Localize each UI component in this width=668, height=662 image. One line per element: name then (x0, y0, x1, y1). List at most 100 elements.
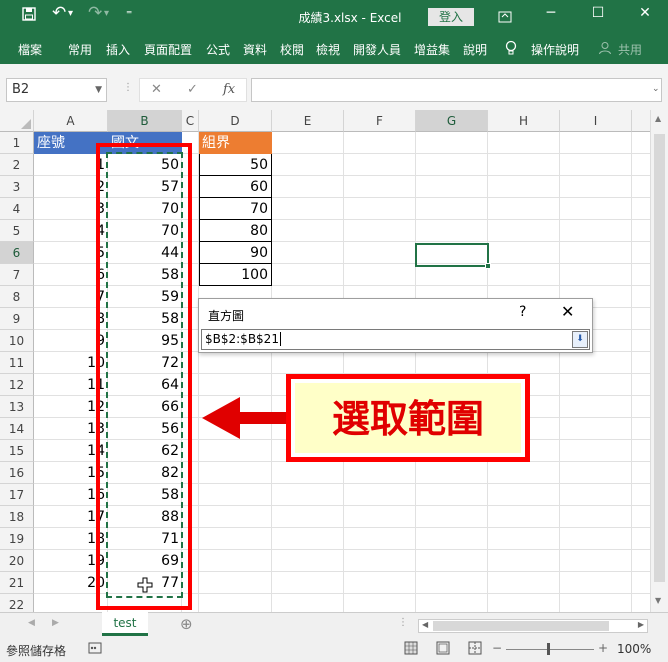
insert-function-icon[interactable]: fx (223, 82, 235, 97)
expand-formula-bar-icon[interactable]: ⌄ (652, 84, 660, 94)
tell-me-button[interactable]: 操作說明 (531, 41, 579, 58)
zoom-out-button[interactable]: − (492, 641, 502, 655)
row-header-18[interactable]: 18 (0, 506, 34, 528)
customize-qat-icon[interactable]: ⁼ (126, 7, 132, 21)
row-header-16[interactable]: 16 (0, 462, 34, 484)
cell-d1[interactable]: 組界 (199, 132, 272, 154)
share-button[interactable]: 共用 (618, 41, 642, 58)
row-header-14[interactable]: 14 (0, 418, 34, 440)
select-all-corner[interactable] (0, 110, 34, 132)
row-header-8[interactable]: 8 (0, 286, 34, 308)
tab-page-layout[interactable]: 頁面配置 (144, 41, 192, 58)
row-header-2[interactable]: 2 (0, 154, 34, 176)
tab-formulas[interactable]: 公式 (206, 41, 230, 58)
zoom-slider-thumb[interactable] (547, 643, 550, 655)
row-header-17[interactable]: 17 (0, 484, 34, 506)
sheet-tab-test[interactable]: test (102, 612, 148, 636)
cell-d5[interactable]: 80 (199, 220, 272, 242)
scroll-down-icon[interactable]: ▼ (655, 596, 661, 605)
undo-icon[interactable]: ↶ (52, 3, 66, 23)
grip-icon[interactable]: ⋮ (123, 82, 133, 93)
enter-icon[interactable]: ✓ (187, 82, 198, 97)
row-header-15[interactable]: 15 (0, 440, 34, 462)
row-header-13[interactable]: 13 (0, 396, 34, 418)
row-header-19[interactable]: 19 (0, 528, 34, 550)
row-header-21[interactable]: 21 (0, 572, 34, 594)
column-header-i[interactable]: I (560, 110, 632, 132)
column-header-f[interactable]: F (344, 110, 416, 132)
restore-button[interactable]: ☐ (583, 5, 613, 21)
login-button[interactable]: 登入 (428, 8, 474, 26)
column-header-g[interactable]: G (416, 110, 488, 132)
row-header-4[interactable]: 4 (0, 198, 34, 220)
column-header-b[interactable]: B (108, 110, 182, 132)
undo-dropdown-icon[interactable]: ▾ (68, 8, 73, 19)
tab-add-ins[interactable]: 增益集 (414, 41, 450, 58)
prev-sheet-icon[interactable]: ◀ (28, 618, 35, 628)
redo-dropdown-icon[interactable]: ▾ (104, 8, 109, 19)
page-break-view-icon[interactable] (468, 641, 482, 658)
tab-home[interactable]: 常用 (68, 41, 92, 58)
lightbulb-icon[interactable] (505, 40, 517, 59)
add-sheet-icon[interactable]: ⊕ (180, 615, 193, 633)
tab-review[interactable]: 校閱 (280, 41, 304, 58)
scroll-thumb[interactable] (654, 134, 665, 582)
tab-data[interactable]: 資料 (243, 41, 267, 58)
next-sheet-icon[interactable]: ▶ (52, 618, 59, 628)
zoom-in-button[interactable]: + (598, 641, 608, 655)
cell-d3[interactable]: 60 (199, 176, 272, 198)
row-header-1[interactable]: 1 (0, 132, 34, 154)
formula-input[interactable] (251, 78, 662, 102)
dialog-close-button[interactable]: ✕ (561, 302, 574, 321)
fill-handle[interactable] (485, 263, 491, 269)
normal-view-icon[interactable] (404, 641, 418, 658)
active-cell-g6[interactable] (415, 243, 491, 269)
tab-file[interactable]: 檔案 (18, 41, 42, 58)
minimize-button[interactable]: ─ (536, 5, 566, 21)
scroll-right-icon[interactable]: ▶ (638, 620, 644, 629)
tab-insert[interactable]: 插入 (106, 41, 130, 58)
row-header-10[interactable]: 10 (0, 330, 34, 352)
chevron-down-icon[interactable]: ▼ (95, 79, 102, 101)
horizontal-scrollbar[interactable]: ◀ ▶ (418, 619, 648, 633)
column-header-h[interactable]: H (488, 110, 560, 132)
scroll-left-icon[interactable]: ◀ (422, 620, 428, 629)
cell-d6[interactable]: 90 (199, 242, 272, 264)
range-input[interactable]: $B$2:$B$21 ⬇ (201, 329, 590, 350)
hscroll-thumb[interactable] (433, 621, 609, 631)
row-header-7[interactable]: 7 (0, 264, 34, 286)
page-layout-view-icon[interactable] (436, 641, 450, 658)
column-header-c[interactable]: C (182, 110, 199, 132)
cancel-icon[interactable]: ✕ (151, 82, 162, 97)
close-button[interactable]: ✕ (630, 5, 660, 21)
row-header-20[interactable]: 20 (0, 550, 34, 572)
row-header-6[interactable]: 6 (0, 242, 34, 264)
tab-developer[interactable]: 開發人員 (353, 41, 401, 58)
column-header-d[interactable]: D (199, 110, 272, 132)
collapse-dialog-icon[interactable]: ⬇ (572, 331, 588, 348)
help-button[interactable]: ? (519, 304, 526, 320)
column-header-e[interactable]: E (272, 110, 344, 132)
column-header-a[interactable]: A (34, 110, 108, 132)
person-icon[interactable] (598, 41, 612, 58)
scroll-up-icon[interactable]: ▲ (655, 114, 661, 123)
save-icon[interactable] (22, 7, 36, 25)
zoom-slider[interactable] (506, 649, 594, 650)
tab-help[interactable]: 說明 (463, 41, 487, 58)
macro-record-icon[interactable] (88, 641, 102, 658)
tab-split-icon[interactable]: ⋮ (398, 617, 408, 628)
row-header-5[interactable]: 5 (0, 220, 34, 242)
row-header-11[interactable]: 11 (0, 352, 34, 374)
name-box[interactable]: B2 ▼ (6, 78, 107, 102)
row-header-9[interactable]: 9 (0, 308, 34, 330)
cell-d2[interactable]: 50 (199, 154, 272, 176)
cell-d4[interactable]: 70 (199, 198, 272, 220)
tab-view[interactable]: 檢視 (316, 41, 340, 58)
row-header-22[interactable]: 22 (0, 594, 34, 614)
zoom-level[interactable]: 100% (617, 642, 651, 656)
redo-icon[interactable]: ↷ (88, 3, 102, 23)
row-header-12[interactable]: 12 (0, 374, 34, 396)
cell-d7[interactable]: 100 (199, 264, 272, 286)
row-header-3[interactable]: 3 (0, 176, 34, 198)
vertical-scrollbar[interactable]: ▲ ▼ (650, 110, 668, 612)
